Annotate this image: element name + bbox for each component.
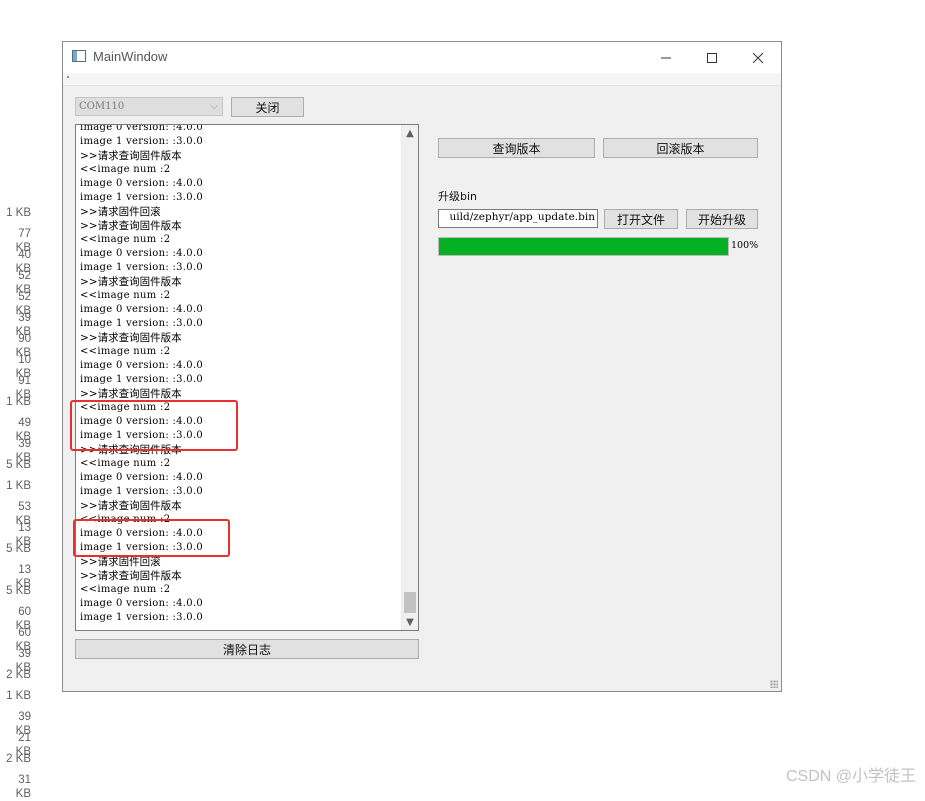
- file-size-text: 5 KB: [6, 585, 31, 597]
- log-line: image 1 version: :3.0.0: [80, 612, 204, 623]
- log-line: <<image num :2: [80, 164, 171, 175]
- title-bar[interactable]: MainWindow: [63, 42, 781, 73]
- log-line: image 1 version: :3.0.0: [80, 486, 204, 497]
- file-size-text: 5 KB: [6, 543, 31, 555]
- menu-bar-handle: [67, 76, 69, 78]
- upgrade-progress-bar: [438, 237, 729, 256]
- file-size-text: 1 KB: [6, 396, 31, 408]
- log-line: image 0 version: :4.0.0: [80, 598, 204, 609]
- file-size-text: 1 KB: [6, 207, 31, 219]
- scroll-down-icon[interactable]: ▼: [402, 614, 418, 630]
- bin-path-input[interactable]: uild/zephyr/app_update.bin: [438, 209, 598, 228]
- minimize-button[interactable]: [643, 42, 689, 73]
- rollback-version-button[interactable]: 回滚版本: [603, 138, 758, 158]
- close-window-button[interactable]: [735, 42, 781, 73]
- file-size-text: 5 KB: [6, 459, 31, 471]
- log-line: >>请求固件回滚: [80, 206, 161, 218]
- csdn-watermark: CSDN @小学徒王: [786, 768, 917, 785]
- annotation-box-2: [73, 519, 230, 557]
- maximize-button[interactable]: [689, 42, 735, 73]
- menu-bar: [63, 73, 781, 86]
- log-line: >>请求查询固件版本: [80, 276, 182, 288]
- scroll-thumb[interactable]: [404, 592, 416, 613]
- progress-percent: 100%: [731, 240, 759, 251]
- log-line: image 1 version: :3.0.0: [80, 318, 204, 329]
- upgrade-bin-label: 升级bin: [438, 190, 478, 203]
- log-line: >>请求固件回滚: [80, 556, 161, 568]
- window-title: MainWindow: [93, 49, 168, 64]
- log-line: >>请求查询固件版本: [80, 570, 182, 582]
- minimize-icon: [661, 57, 671, 58]
- log-line: >>请求查询固件版本: [80, 388, 182, 400]
- log-line: <<image num :2: [80, 290, 171, 301]
- log-line: >>请求查询固件版本: [80, 332, 182, 344]
- log-scrollbar[interactable]: ▲ ▼: [401, 125, 418, 630]
- log-line: <<image num :2: [80, 234, 171, 245]
- annotation-box-1: [70, 400, 238, 451]
- scroll-up-icon[interactable]: ▲: [402, 125, 418, 141]
- progress-fill: [439, 238, 728, 255]
- file-size-text: 31 KB: [15, 774, 31, 800]
- file-size-text: 2 KB: [6, 669, 31, 681]
- log-line: <<image num :2: [80, 346, 171, 357]
- main-window: MainWindow COM110 ⌵ 关闭 image 0 version: …: [62, 41, 782, 692]
- log-line: <<image num :2: [80, 584, 171, 595]
- log-line: image 0 version: :4.0.0: [80, 248, 204, 259]
- file-size-text: 1 KB: [6, 480, 31, 492]
- log-line: image 1 version: :3.0.0: [80, 374, 204, 385]
- file-size-text: 1 KB: [6, 690, 31, 702]
- log-line: image 0 version: :4.0.0: [80, 304, 204, 315]
- log-line: image 1 version: :3.0.0: [80, 192, 204, 203]
- bin-path-value: uild/zephyr/app_update.bin: [449, 211, 596, 223]
- log-line: image 0 version: :4.0.0: [80, 124, 204, 133]
- open-file-button[interactable]: 打开文件: [604, 209, 678, 229]
- file-size-text: 2 KB: [6, 753, 31, 765]
- log-line: image 0 version: :4.0.0: [80, 360, 204, 371]
- serial-port-select[interactable]: COM110 ⌵: [75, 97, 223, 116]
- log-line: >>请求查询固件版本: [80, 220, 182, 232]
- close-icon: [753, 52, 763, 63]
- close-port-button[interactable]: 关闭: [231, 97, 304, 117]
- log-line: image 1 version: :3.0.0: [80, 136, 204, 147]
- app-window-icon: [72, 50, 86, 62]
- maximize-icon: [707, 52, 717, 63]
- resize-grip-icon[interactable]: [770, 680, 778, 688]
- log-line: <<image num :2: [80, 458, 171, 469]
- log-line: >>请求查询固件版本: [80, 150, 182, 162]
- chevron-down-icon: ⌵: [210, 101, 218, 112]
- clear-log-button[interactable]: 清除日志: [75, 639, 419, 659]
- log-line: image 0 version: :4.0.0: [80, 472, 204, 483]
- log-line: image 1 version: :3.0.0: [80, 262, 204, 273]
- log-line: >>请求查询固件版本: [80, 500, 182, 512]
- start-upgrade-button[interactable]: 开始升级: [686, 209, 758, 229]
- query-version-button[interactable]: 查询版本: [438, 138, 595, 158]
- log-line: image 0 version: :4.0.0: [80, 178, 204, 189]
- serial-port-value: COM110: [79, 101, 125, 112]
